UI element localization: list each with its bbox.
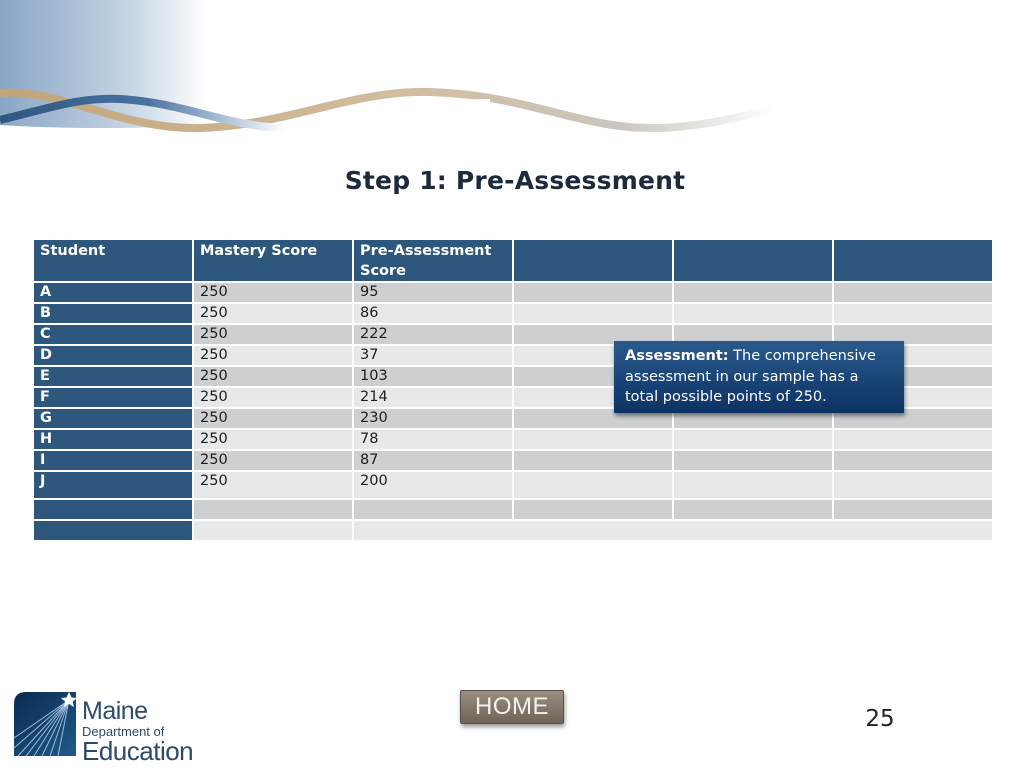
student-cell: J xyxy=(34,472,192,498)
empty-cell xyxy=(514,500,672,519)
empty-cell xyxy=(514,283,672,302)
header-mastery-score: Mastery Score xyxy=(194,240,352,281)
table-row-empty xyxy=(34,521,992,540)
header-pre-assessment-score: Pre-Assessment Score xyxy=(354,240,512,281)
student-cell: B xyxy=(34,304,192,323)
maine-doe-logo: Maine Department of Education xyxy=(14,692,214,766)
mastery-score-cell: 250 xyxy=(194,430,352,449)
empty-cell xyxy=(834,500,992,519)
empty-cell xyxy=(194,521,352,540)
mastery-score-cell: 250 xyxy=(194,304,352,323)
star-rays-icon xyxy=(14,692,77,756)
table-row: J 250 200 xyxy=(34,472,992,498)
empty-cell xyxy=(674,500,832,519)
empty-cell xyxy=(674,283,832,302)
home-button[interactable]: HOME xyxy=(460,690,564,724)
empty-cell xyxy=(674,451,832,470)
student-cell: E xyxy=(34,367,192,386)
logo-text: Maine Department of Education xyxy=(82,697,194,766)
empty-cell xyxy=(514,472,672,498)
empty-cell xyxy=(674,304,832,323)
mastery-score-cell: 250 xyxy=(194,346,352,365)
student-cell: A xyxy=(34,283,192,302)
page-number: 25 xyxy=(865,706,895,732)
empty-cell xyxy=(834,472,992,498)
pre-assessment-score-cell: 78 xyxy=(354,430,512,449)
empty-cell xyxy=(514,451,672,470)
header-student: Student xyxy=(34,240,192,281)
pre-assessment-score-cell: 200 xyxy=(354,472,512,498)
mastery-score-cell: 250 xyxy=(194,472,352,498)
assessment-callout: Assessment: The comprehensive assessment… xyxy=(614,341,904,413)
empty-cell xyxy=(834,304,992,323)
empty-cell xyxy=(834,430,992,449)
empty-cell xyxy=(514,304,672,323)
empty-merged-cell xyxy=(354,521,992,540)
student-cell xyxy=(34,500,192,519)
slide-title: Step 1: Pre-Assessment xyxy=(344,166,686,195)
pre-assessment-score-cell: 37 xyxy=(354,346,512,365)
pre-assessment-score-cell: 87 xyxy=(354,451,512,470)
empty-cell xyxy=(674,472,832,498)
table-row-empty xyxy=(34,500,992,519)
table-row: A 250 95 xyxy=(34,283,992,302)
empty-cell xyxy=(354,500,512,519)
header-empty-5 xyxy=(674,240,832,281)
mastery-score-cell: 250 xyxy=(194,283,352,302)
pre-assessment-score-cell: 103 xyxy=(354,367,512,386)
mastery-score-cell: 250 xyxy=(194,325,352,344)
mastery-score-cell: 250 xyxy=(194,367,352,386)
pre-assessment-score-cell: 214 xyxy=(354,388,512,407)
student-cell: D xyxy=(34,346,192,365)
pre-assessment-score-cell: 86 xyxy=(354,304,512,323)
table-row: I 250 87 xyxy=(34,451,992,470)
pre-assessment-score-cell: 222 xyxy=(354,325,512,344)
student-cell: I xyxy=(34,451,192,470)
empty-cell xyxy=(514,430,672,449)
empty-cell xyxy=(834,283,992,302)
mastery-score-cell: 250 xyxy=(194,451,352,470)
student-cell: H xyxy=(34,430,192,449)
table-row: B 250 86 xyxy=(34,304,992,323)
decorative-wave-banner xyxy=(0,0,881,133)
empty-cell xyxy=(674,430,832,449)
empty-cell xyxy=(194,500,352,519)
header-empty-4 xyxy=(514,240,672,281)
student-cell xyxy=(34,521,192,540)
mastery-score-cell: 250 xyxy=(194,409,352,428)
header-empty-6 xyxy=(834,240,992,281)
mastery-score-cell: 250 xyxy=(194,388,352,407)
table-row: H 250 78 xyxy=(34,430,992,449)
callout-label: Assessment: xyxy=(625,348,729,364)
student-cell: C xyxy=(34,325,192,344)
empty-cell xyxy=(834,451,992,470)
pre-assessment-score-cell: 230 xyxy=(354,409,512,428)
pre-assessment-score-cell: 95 xyxy=(354,283,512,302)
student-cell: G xyxy=(34,409,192,428)
table-header-row: Student Mastery Score Pre-Assessment Sco… xyxy=(34,240,992,281)
student-cell: F xyxy=(34,388,192,407)
